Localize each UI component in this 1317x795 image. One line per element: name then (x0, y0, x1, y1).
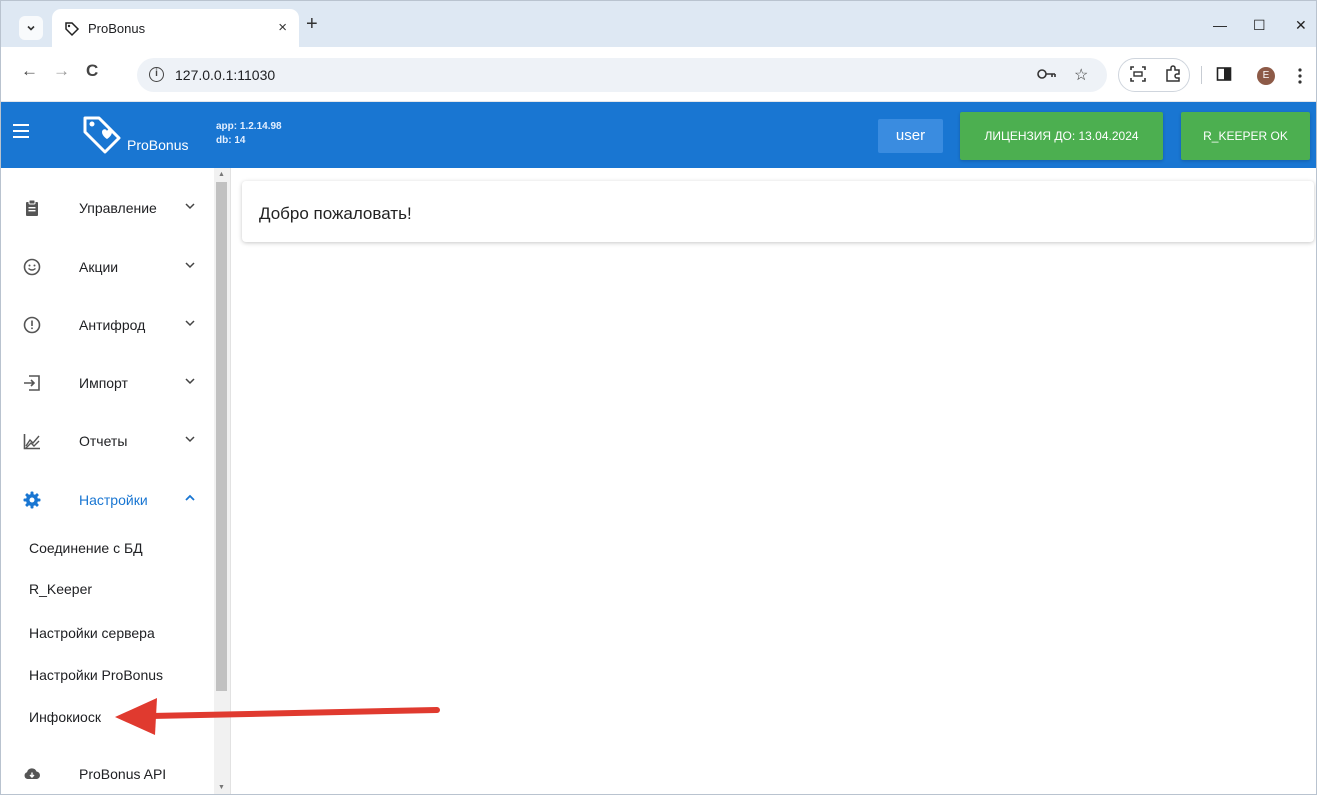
license-button[interactable]: ЛИЦЕНЗИЯ ДО: 13.04.2024 (960, 112, 1163, 160)
probonus-logo-icon (83, 116, 121, 154)
sidebar-item-label: Отчеты (79, 433, 128, 449)
sidebar-item-settings[interactable]: Настройки (1, 470, 213, 528)
browser-window: { "browser": { "tab_title": "ProBonus", … (0, 0, 1317, 795)
sidebar-item-label: Акции (79, 259, 119, 275)
more-menu-icon[interactable] (1297, 67, 1303, 85)
url-text: 127.0.0.1:11030 (175, 67, 276, 83)
screen-capture-icon[interactable] (1128, 64, 1148, 84)
sidebar-item-promotions[interactable]: Акции (1, 237, 213, 295)
sidebar-item-probonus-api[interactable]: ProBonus API (1, 744, 213, 794)
back-button[interactable]: ← (21, 61, 38, 81)
scroll-up-arrow-icon[interactable]: ▲ (218, 171, 225, 178)
import-icon (24, 375, 40, 391)
brand-name: ProBonus (127, 137, 189, 153)
welcome-message: Добро пожаловать! (259, 204, 412, 223)
user-button[interactable]: user (878, 119, 943, 153)
tab-title: ProBonus (88, 21, 146, 36)
key-icon[interactable] (1037, 68, 1057, 80)
tag-icon (65, 22, 80, 37)
forward-button[interactable]: → (53, 61, 70, 81)
chart-icon (23, 434, 40, 450)
chevron-down-icon (185, 262, 195, 269)
reload-button[interactable]: C (86, 61, 98, 81)
sidebar-item-label: Импорт (79, 375, 128, 391)
submenu-item-rkeeper[interactable]: R_Keeper (29, 581, 92, 597)
extensions-puzzle-icon[interactable] (1163, 64, 1183, 84)
sidebar-item-antifraud[interactable]: Антифрод (1, 295, 213, 353)
version-info: app: 1.2.14.98 db: 14 (216, 120, 282, 148)
chevron-down-icon (27, 25, 35, 31)
sidebar: Управление Акции Антифрод Импорт Отчеты … (1, 168, 231, 794)
site-info-icon[interactable]: i (149, 67, 164, 82)
minimize-button[interactable]: — (1213, 17, 1227, 33)
sidebar-item-label: Антифрод (79, 317, 146, 333)
sidebar-item-label: Настройки (79, 492, 148, 508)
chevron-down-icon (185, 378, 195, 385)
browser-tab-strip: ProBonus × + — ☐ ✕ (1, 1, 1316, 47)
clipboard-icon (26, 199, 38, 216)
app-version: app: 1.2.14.98 (216, 121, 282, 132)
submenu-item-infokiosk[interactable]: Инфокиоск (29, 709, 101, 725)
smile-icon (23, 258, 41, 276)
browser-toolbar: ← → C i 127.0.0.1:11030 ☆ E (1, 47, 1316, 102)
gear-icon (23, 491, 41, 509)
sidebar-item-label: ProBonus API (79, 766, 167, 782)
chevron-down-icon (185, 203, 195, 210)
cloud-icon (24, 768, 40, 779)
new-tab-button[interactable]: + (306, 14, 318, 34)
sidebar-item-management[interactable]: Управление (1, 178, 213, 236)
submenu-item-db-connection[interactable]: Соединение с БД (29, 540, 143, 556)
chevron-up-icon (185, 494, 195, 501)
toolbar-divider (1201, 66, 1202, 84)
bookmark-star-icon[interactable]: ☆ (1074, 65, 1088, 85)
welcome-card: Добро пожаловать! (242, 181, 1314, 242)
address-bar[interactable]: i 127.0.0.1:11030 ☆ (137, 58, 1107, 92)
submenu-item-server-settings[interactable]: Настройки сервера (29, 625, 155, 641)
chevron-down-icon (185, 320, 195, 327)
tab-close-button[interactable]: × (278, 19, 287, 36)
submenu-item-probonus-settings[interactable]: Настройки ProBonus (29, 667, 163, 683)
sidebar-scrollbar-thumb[interactable] (216, 182, 227, 691)
browser-tab[interactable]: ProBonus × (52, 9, 299, 47)
scroll-down-arrow-icon[interactable]: ▼ (218, 784, 225, 791)
tab-search-button[interactable] (19, 16, 43, 40)
close-window-button[interactable]: ✕ (1295, 17, 1307, 34)
chevron-down-icon (185, 436, 195, 443)
db-version: db: 14 (216, 135, 246, 146)
menu-toggle-icon[interactable] (13, 124, 29, 144)
sidebar-item-import[interactable]: Импорт (1, 353, 213, 411)
sidebar-item-label: Управление (79, 200, 157, 216)
sidebar-item-reports[interactable]: Отчеты (1, 411, 213, 469)
side-panel-icon[interactable] (1216, 66, 1232, 82)
alert-circle-icon (23, 316, 41, 334)
rkeeper-status-button[interactable]: R_KEEPER OK (1181, 112, 1310, 160)
maximize-button[interactable]: ☐ (1253, 17, 1266, 34)
profile-avatar[interactable]: E (1257, 67, 1275, 85)
